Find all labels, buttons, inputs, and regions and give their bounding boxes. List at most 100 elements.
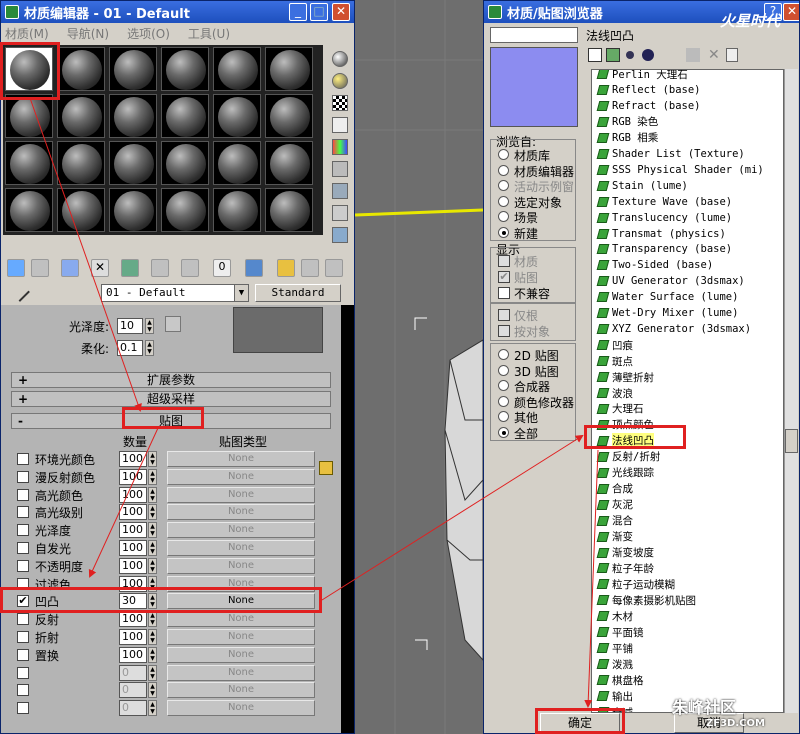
show-checkbox[interactable]: ✔: [498, 271, 510, 283]
map-list[interactable]: Perlin 大理石 Reflect (base) Refract (base) RG…: [591, 69, 784, 713]
map-list-item[interactable]: 渐变: [596, 529, 633, 545]
close-button[interactable]: ✕: [783, 3, 799, 21]
sample-slot[interactable]: [265, 47, 313, 91]
map-list-item[interactable]: 薄壁折射: [596, 369, 654, 385]
map-list-item[interactable]: 木材: [596, 608, 633, 624]
show-checkbox[interactable]: [498, 255, 510, 267]
sample-slot[interactable]: [57, 188, 105, 232]
menu-navigation[interactable]: 导航(N): [67, 25, 109, 42]
minimize-button[interactable]: _: [289, 3, 307, 21]
map-amount-spinner[interactable]: ▲ ▼: [148, 664, 157, 681]
sample-slot[interactable]: [161, 47, 209, 91]
delete-from-library-icon[interactable]: ✕: [708, 47, 720, 63]
map-list-item[interactable]: 混合: [596, 513, 633, 529]
sample-slot[interactable]: [265, 141, 313, 185]
menu-options[interactable]: 选项(O): [127, 25, 170, 42]
soften-input[interactable]: 0.1: [117, 340, 143, 356]
sample-slot[interactable]: [109, 188, 157, 232]
map-enable-checkbox[interactable]: [17, 470, 29, 483]
map-list-item[interactable]: XYZ Generator (3dsmax): [596, 321, 751, 337]
rollout-supersampling[interactable]: + 超级采样: [11, 391, 331, 407]
view-large-icons-icon[interactable]: [642, 49, 654, 61]
pick-material-icon[interactable]: [325, 259, 343, 277]
get-material-icon[interactable]: [7, 259, 25, 277]
put-to-scene-icon[interactable]: [31, 259, 49, 277]
sample-slot[interactable]: [213, 188, 261, 232]
sample-slot[interactable]: [5, 94, 53, 138]
map-amount-input[interactable]: 100: [119, 611, 147, 628]
map-amount-input[interactable]: 0: [119, 664, 147, 681]
map-list-item[interactable]: Two-Sided (base): [596, 257, 713, 273]
map-amount-spinner[interactable]: ▲ ▼: [148, 522, 157, 539]
map-slot-button[interactable]: None: [167, 504, 315, 521]
assign-to-selection-icon[interactable]: [61, 259, 79, 277]
view-list-icon[interactable]: [588, 48, 602, 62]
radio-button[interactable]: [498, 380, 509, 391]
map-list-item[interactable]: 平面镜: [596, 624, 644, 640]
glossiness-map-button[interactable]: [165, 316, 181, 332]
map-slot-button[interactable]: None: [167, 468, 315, 485]
map-list-item[interactable]: 粒子运动模糊: [596, 576, 675, 592]
map-slot-button[interactable]: None: [167, 522, 315, 539]
map-enable-checkbox[interactable]: [17, 488, 29, 501]
radio-button[interactable]: [498, 364, 509, 376]
map-amount-input[interactable]: 100: [119, 468, 147, 485]
map-list-item[interactable]: Transparency (base): [596, 241, 732, 257]
sample-slot[interactable]: [213, 94, 261, 138]
view-list-icons-icon[interactable]: [606, 48, 620, 62]
map-enable-checkbox[interactable]: [17, 542, 29, 554]
sample-type-icon[interactable]: [332, 51, 348, 67]
glossiness-input[interactable]: 10: [117, 318, 143, 334]
map-slot-button[interactable]: None: [167, 664, 315, 681]
map-list-item[interactable]: Wet-Dry Mixer (lume): [596, 305, 738, 321]
map-list-item[interactable]: Texture Wave (base): [596, 194, 732, 210]
map-enable-checkbox[interactable]: [17, 559, 29, 572]
update-scene-icon[interactable]: [686, 48, 700, 62]
material-navigator-icon[interactable]: [332, 227, 348, 243]
make-preview-icon[interactable]: [332, 161, 348, 177]
map-amount-spinner[interactable]: ▲ ▼: [148, 451, 157, 467]
map-amount-input[interactable]: 100: [119, 646, 147, 663]
eyedropper-icon[interactable]: [10, 282, 30, 302]
map-list-item[interactable]: 泼溅: [596, 656, 633, 672]
video-color-check-icon[interactable]: [332, 139, 348, 155]
map-slot-button[interactable]: None: [167, 451, 315, 467]
map-list-item[interactable]: 光线跟踪: [596, 465, 654, 481]
map-amount-spinner[interactable]: ▲ ▼: [148, 611, 157, 628]
map-enable-checkbox[interactable]: [17, 613, 29, 626]
map-amount-spinner[interactable]: ▲ ▼: [148, 629, 157, 645]
map-slot-button[interactable]: None: [167, 682, 315, 699]
map-amount-input[interactable]: 0: [119, 682, 147, 699]
radio-button[interactable]: [498, 211, 509, 222]
sample-slot[interactable]: [213, 47, 261, 91]
map-enable-checkbox[interactable]: [17, 702, 29, 715]
sample-uv-tiling-icon[interactable]: [332, 117, 348, 133]
sample-slot[interactable]: [265, 94, 313, 138]
map-list-item[interactable]: 大理石: [596, 401, 644, 417]
map-enable-checkbox[interactable]: [17, 648, 29, 661]
show-end-result-icon[interactable]: [245, 259, 263, 277]
radio-button[interactable]: [498, 195, 509, 207]
map-enable-checkbox[interactable]: [17, 506, 29, 519]
options-icon[interactable]: [332, 183, 348, 199]
map-amount-spinner[interactable]: ▲ ▼: [148, 540, 157, 556]
map-amount-spinner[interactable]: ▲ ▼: [148, 504, 157, 521]
map-slot-button[interactable]: None: [167, 629, 315, 645]
radio-button[interactable]: [498, 411, 509, 422]
make-unique-icon[interactable]: [121, 259, 139, 277]
close-button[interactable]: ✕: [332, 3, 350, 21]
map-list-item[interactable]: Stain (lume): [596, 178, 688, 194]
map-slot-button[interactable]: None: [167, 700, 315, 717]
sample-slot[interactable]: [265, 188, 313, 232]
map-list-item[interactable]: 反射/折射: [596, 449, 660, 465]
map-list-item[interactable]: Water Surface (lume): [596, 289, 738, 305]
list-scrollbar[interactable]: [784, 69, 798, 713]
sample-slot[interactable]: [5, 188, 53, 232]
map-amount-input[interactable]: 0: [119, 700, 147, 717]
map-list-item[interactable]: Reflect (base): [596, 82, 701, 98]
sample-slot[interactable]: [109, 94, 157, 138]
soften-spinner[interactable]: ▲ ▼: [145, 340, 154, 356]
map-list-item[interactable]: 斑点: [596, 353, 633, 369]
map-amount-spinner[interactable]: ▲ ▼: [148, 557, 157, 574]
sample-slot[interactable]: [57, 141, 105, 185]
